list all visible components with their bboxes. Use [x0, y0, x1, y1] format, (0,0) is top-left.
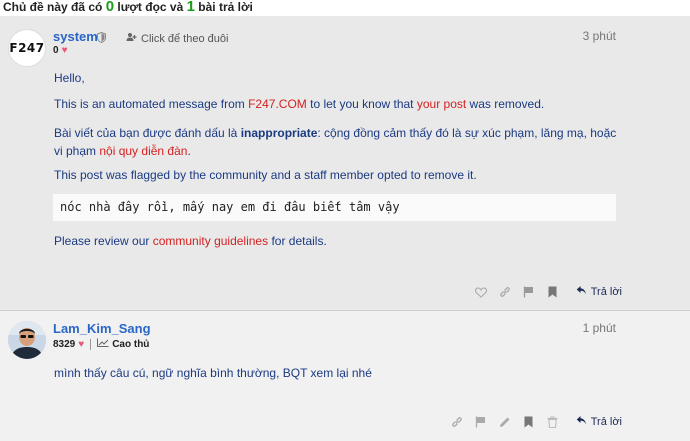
bookmark-icon[interactable]	[522, 415, 536, 429]
vn-part: Bài viết của bạn được đánh dấu là	[54, 126, 241, 140]
review-text: Please review our community guidelines f…	[54, 234, 327, 248]
like-heart-icon[interactable]	[474, 285, 488, 299]
post-body-text: mình thấy câu cú, ngữ nghĩa bình thường,…	[54, 366, 372, 380]
avatar[interactable]: F247	[8, 29, 46, 67]
vietnamese-notice-text: Bài viết của bạn được đánh dấu là inappr…	[54, 124, 624, 160]
avatar-logo-text: F247	[9, 41, 45, 55]
stats-suffix: bài trả lời	[194, 0, 253, 14]
link-icon[interactable]	[498, 285, 512, 299]
meta-separator	[90, 338, 92, 350]
replies-count: 1	[186, 0, 195, 15]
site-link[interactable]: F247.COM	[248, 97, 307, 111]
post-time[interactable]: 3 phút	[583, 29, 616, 43]
reply-button[interactable]: Trả lời	[576, 415, 622, 429]
post-system: F247 system Click để theo đuôi 0 ♥ 3 phú…	[0, 17, 690, 310]
reply-button[interactable]: Trả lời	[576, 285, 622, 299]
heart-icon: ♥	[61, 45, 68, 56]
vn-part: .	[187, 144, 191, 158]
auto-msg-part: This is an automated message from	[54, 97, 249, 111]
rank-label: Cao thủ	[112, 338, 150, 350]
reply-label: Trả lời	[590, 286, 622, 298]
edit-pencil-icon[interactable]	[498, 415, 512, 429]
flag-icon[interactable]	[522, 285, 536, 299]
trend-icon	[97, 338, 109, 350]
auto-msg-part: was removed.	[466, 97, 545, 111]
reply-label: Trả lời	[590, 416, 622, 428]
post-time[interactable]: 1 phút	[583, 321, 616, 335]
user-meta: 0 ♥	[53, 45, 68, 56]
rules-link[interactable]: nội quy diễn đàn	[99, 144, 187, 158]
avatar[interactable]	[8, 321, 46, 359]
link-icon[interactable]	[450, 415, 464, 429]
auto-msg-part: to let you know that	[306, 97, 417, 111]
trash-icon[interactable]	[546, 415, 560, 429]
follow-button[interactable]: Click để theo đuôi	[126, 32, 228, 45]
review-part: Please review our	[54, 234, 153, 248]
user-follow-icon	[126, 32, 137, 45]
bookmark-icon[interactable]	[546, 285, 560, 299]
removed-post-quote: nóc nhà đây rồi, mấy nay em đi đâu biết …	[53, 194, 616, 221]
reply-arrow-icon	[576, 415, 587, 429]
shield-icon	[97, 30, 106, 48]
your-post-link[interactable]: your post	[417, 97, 466, 111]
flag-icon[interactable]	[474, 415, 488, 429]
username-link[interactable]: system	[53, 29, 98, 44]
like-count: 8329	[53, 338, 76, 350]
username-link[interactable]: Lam_Kim_Sang	[53, 321, 151, 336]
stats-mid: lượt đọc và	[114, 0, 187, 14]
community-guidelines-link[interactable]: community guidelines	[153, 234, 268, 248]
heart-icon: ♥	[78, 338, 85, 350]
topic-stats-bar: Chủ đề này đã có 0 lượt đọc và 1 bài trả…	[0, 0, 690, 16]
greeting-text: Hello,	[54, 71, 85, 85]
follow-label: Click để theo đuôi	[141, 32, 229, 45]
views-count: 0	[105, 0, 115, 15]
stats-prefix: Chủ đề này đã có	[3, 0, 106, 14]
review-part: for details.	[268, 234, 327, 248]
auto-message-text: This is an automated message from F247.C…	[54, 97, 544, 111]
post-lam-kim-sang: Lam_Kim_Sang 8329 ♥ Cao thủ 1 phút mình …	[0, 311, 690, 441]
post-actions: Trả lời	[450, 415, 622, 429]
reply-arrow-icon	[576, 285, 587, 299]
user-meta: 8329 ♥ Cao thủ	[53, 338, 149, 350]
flagged-text: This post was flagged by the community a…	[54, 168, 477, 182]
like-count: 0	[53, 45, 59, 56]
post-actions: Trả lời	[474, 285, 622, 299]
inappropriate-bold: inappropriate	[240, 126, 318, 140]
